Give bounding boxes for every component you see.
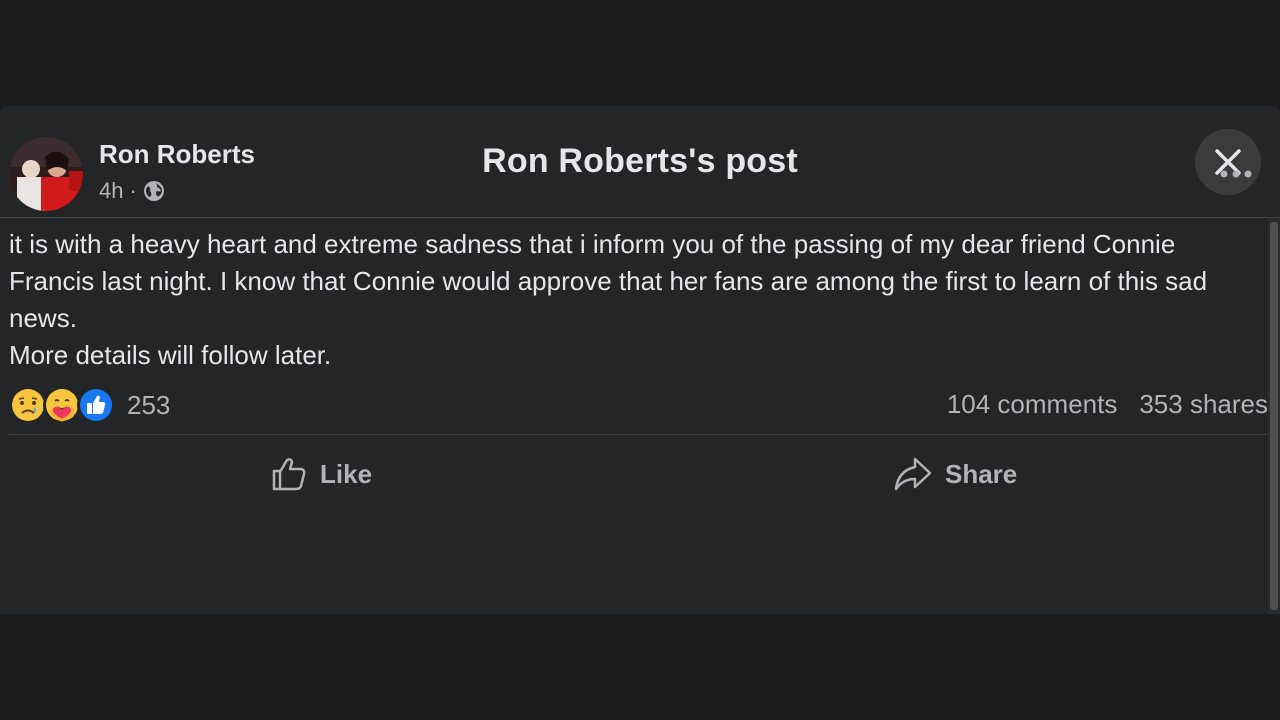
share-label: Share xyxy=(945,458,1018,489)
action-divider xyxy=(9,434,1267,435)
post-body: it is with a heavy heart and extreme sad… xyxy=(9,226,1267,374)
more-options-button[interactable] xyxy=(1210,154,1262,194)
sad-reaction-icon xyxy=(9,386,47,424)
author-name[interactable]: Ron Roberts xyxy=(99,139,255,170)
reactions-summary[interactable]: 253 xyxy=(9,386,171,424)
scrollbar-thumb[interactable] xyxy=(1270,222,1278,610)
comments-count[interactable]: 104 comments xyxy=(947,389,1118,420)
post-stats: 104 comments 353 shares xyxy=(947,389,1268,420)
post-text-paragraph-2: More details will follow later. xyxy=(9,340,332,370)
author-avatar[interactable] xyxy=(9,137,83,211)
thumbs-up-icon xyxy=(272,458,306,491)
like-button[interactable]: Like xyxy=(270,444,372,504)
meta-separator: · xyxy=(129,178,137,203)
post-text-paragraph-1: it is with a heavy heart and extreme sad… xyxy=(9,229,1208,333)
more-options-icon xyxy=(1220,170,1252,178)
like-label: Like xyxy=(320,458,373,489)
like-reaction-icon xyxy=(77,386,115,424)
shares-count[interactable]: 353 shares xyxy=(1139,389,1268,420)
share-button[interactable]: Share xyxy=(893,444,1017,504)
share-icon xyxy=(894,457,932,491)
reaction-count: 253 xyxy=(127,389,171,420)
post-timestamp[interactable]: 4h xyxy=(99,178,123,204)
care-reaction-icon xyxy=(43,386,81,424)
globe-icon[interactable] xyxy=(143,180,165,202)
post-meta: 4h · xyxy=(99,178,165,204)
